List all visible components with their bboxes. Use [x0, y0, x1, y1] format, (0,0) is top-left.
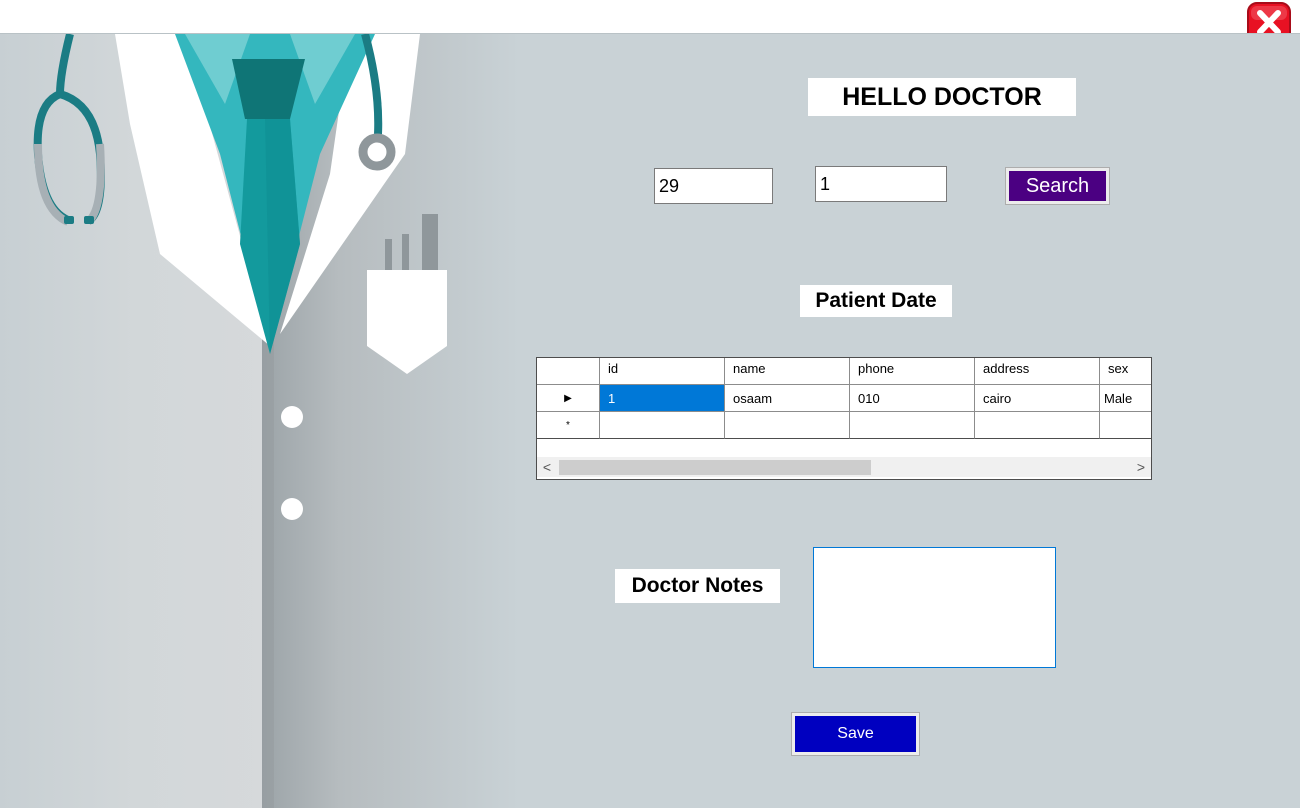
search-field-1[interactable]	[654, 168, 773, 204]
search-button[interactable]: Search	[1005, 167, 1110, 205]
cell-name[interactable]: osaam	[725, 385, 850, 412]
column-header-address[interactable]: address	[975, 358, 1100, 385]
cell-phone[interactable]: 010	[850, 385, 975, 412]
grid-header-row: id name phone address sex	[537, 358, 1151, 385]
cell-address[interactable]: cairo	[975, 385, 1100, 412]
save-button-label: Save	[795, 716, 916, 752]
column-header-name[interactable]: name	[725, 358, 850, 385]
new-cell-name[interactable]	[725, 412, 850, 439]
save-button[interactable]: Save	[791, 712, 920, 756]
horizontal-scrollbar[interactable]: < >	[537, 457, 1151, 477]
search-button-label: Search	[1009, 171, 1106, 201]
new-row-marker-icon[interactable]: *	[537, 412, 600, 439]
scroll-right-icon[interactable]: >	[1131, 457, 1151, 477]
new-cell-address[interactable]	[975, 412, 1100, 439]
page-title: HELLO DOCTOR	[808, 78, 1076, 116]
cell-sex[interactable]: Male	[1100, 385, 1151, 412]
scroll-left-icon[interactable]: <	[537, 457, 557, 477]
patient-data-grid: id name phone address sex ▶ 1 osaam 010 …	[536, 357, 1152, 480]
new-cell-sex[interactable]	[1100, 412, 1151, 439]
table-row[interactable]: ▶ 1 osaam 010 cairo Male	[537, 385, 1151, 412]
column-header-id[interactable]: id	[600, 358, 725, 385]
search-field-2[interactable]	[815, 166, 947, 202]
doctor-notes-input[interactable]	[813, 547, 1056, 668]
doctor-notes-label: Doctor Notes	[615, 569, 780, 603]
patient-section-label: Patient Date	[800, 285, 952, 317]
cell-id[interactable]: 1	[600, 385, 725, 412]
new-cell-phone[interactable]	[850, 412, 975, 439]
scrollbar-thumb[interactable]	[559, 460, 871, 475]
doctor-coat-illustration	[0, 34, 520, 808]
column-header-sex[interactable]: sex	[1100, 358, 1151, 385]
column-header-phone[interactable]: phone	[850, 358, 975, 385]
new-row[interactable]: *	[537, 412, 1151, 439]
current-row-indicator-icon[interactable]: ▶	[537, 385, 600, 412]
main-panel: HELLO DOCTOR Search Patient Date id name…	[0, 33, 1300, 808]
grid-corner-cell[interactable]	[537, 358, 600, 385]
new-cell-id[interactable]	[600, 412, 725, 439]
